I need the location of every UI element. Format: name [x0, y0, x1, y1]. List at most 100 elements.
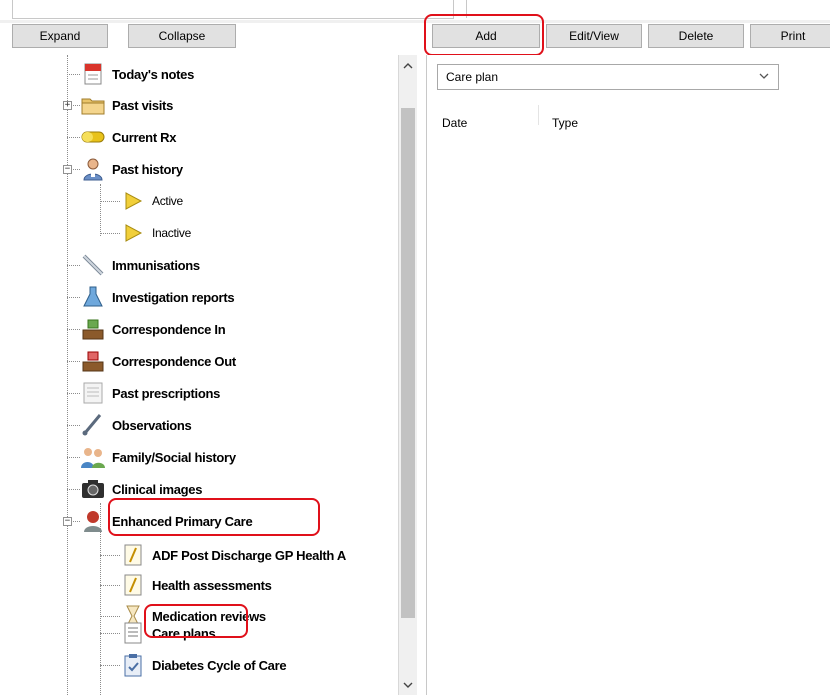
tree-item-health-assessments[interactable]: Health assessments	[120, 572, 272, 598]
add-highlight-annotation	[424, 14, 544, 56]
tree-item-label: Current Rx	[112, 129, 177, 145]
folder-icon	[80, 92, 106, 118]
tree-connector	[100, 201, 120, 202]
tree-item-correspondence-out[interactable]: Correspondence Out	[80, 348, 236, 374]
tree-connector	[100, 665, 120, 666]
delete-button-label: Delete	[678, 29, 714, 43]
tree-connector	[100, 555, 120, 556]
collapse-button-label: Collapse	[158, 29, 206, 43]
print-button[interactable]: Print	[750, 24, 830, 48]
flask-icon	[80, 284, 106, 310]
tree-item-diabetes-cycle-of-care[interactable]: Diabetes Cycle of Care	[120, 652, 287, 678]
tree-item-label: Past prescriptions	[112, 385, 221, 401]
delete-button[interactable]: Delete	[648, 24, 744, 48]
scroll-down-icon[interactable]	[402, 679, 414, 691]
tree-item-label: Inactive	[152, 226, 191, 240]
tree-item-label: Past history	[112, 161, 183, 177]
expand-node-icon[interactable]: +	[63, 101, 72, 110]
column-divider[interactable]	[538, 105, 539, 125]
clipboard-icon	[120, 652, 146, 678]
tree-item-label: Correspondence Out	[112, 353, 236, 369]
records-pane	[426, 55, 830, 695]
collapse-button[interactable]: Collapse	[128, 24, 236, 48]
epc-icon	[80, 508, 106, 534]
tree-item-past-history[interactable]: Past history	[80, 156, 183, 182]
inbox-icon	[80, 316, 106, 342]
tree-item-label: Clinical images	[112, 481, 203, 497]
tree-item-label: Today's notes	[112, 66, 195, 82]
tree-item-label: Diabetes Cycle of Care	[152, 657, 287, 673]
column-header-date[interactable]: Date	[442, 116, 467, 130]
form-icon	[120, 572, 146, 598]
tree-connector	[100, 585, 120, 586]
tree-connector	[67, 297, 80, 298]
tree-item-label: Family/Social history	[112, 449, 236, 465]
notes-icon	[80, 61, 106, 87]
camera-icon	[80, 476, 106, 502]
expand-button[interactable]: Expand	[12, 24, 108, 48]
tree-item-inactive[interactable]: Inactive	[120, 220, 191, 246]
form-icon	[120, 542, 146, 568]
tree-item-active[interactable]: Active	[120, 188, 183, 214]
record-type-select-value: Care plan	[446, 70, 499, 84]
tree-connector	[67, 457, 80, 458]
tree-item-label: Observations	[112, 417, 192, 433]
chevron-down-icon	[758, 70, 770, 82]
tree-connector	[67, 265, 80, 266]
expand-button-label: Expand	[39, 29, 81, 43]
tree-item-label: Active	[152, 194, 183, 208]
family-icon	[80, 444, 106, 470]
tree-connector	[100, 233, 120, 234]
tree-item-past-visits[interactable]: Past visits	[80, 92, 173, 118]
tree-connector	[67, 137, 80, 138]
collapse-node-icon[interactable]: −	[63, 517, 72, 526]
tree-item-family-social-history[interactable]: Family/Social history	[80, 444, 236, 470]
tree-item-adf-post-discharge-gp-health-a[interactable]: ADF Post Discharge GP Health A	[120, 542, 346, 568]
tree-item-correspondence-in[interactable]: Correspondence In	[80, 316, 226, 342]
outbox-icon	[80, 348, 106, 374]
scroll-up-icon[interactable]	[402, 60, 414, 72]
tree-item-immunisations[interactable]: Immunisations	[80, 252, 200, 278]
tree-connector	[67, 55, 68, 695]
pill-icon	[80, 124, 106, 150]
tree-connector	[67, 489, 80, 490]
tree-connector	[67, 393, 80, 394]
clinical-tree[interactable]	[0, 55, 399, 695]
edit-view-button[interactable]: Edit/View	[546, 24, 642, 48]
tree-connector	[67, 329, 80, 330]
tree-item-label: Correspondence In	[112, 321, 226, 337]
tree-item-label: Health assessments	[152, 577, 272, 593]
tree-connector	[67, 425, 80, 426]
collapse-node-icon[interactable]: −	[63, 165, 72, 174]
tree-item-observations[interactable]: Observations	[80, 412, 192, 438]
tree-item-label: Investigation reports	[112, 289, 235, 305]
tree-item-label: Immunisations	[112, 257, 200, 273]
doctor-icon	[80, 156, 106, 182]
care-plans-highlight-annotation	[144, 604, 248, 638]
toolbar-background	[0, 20, 830, 23]
thermometer-icon	[80, 412, 106, 438]
record-type-select[interactable]: Care plan	[437, 64, 779, 90]
tree-item-label: Past visits	[112, 97, 174, 113]
tree-connector	[67, 361, 80, 362]
print-button-label: Print	[780, 29, 806, 43]
tree-scrollbar-thumb[interactable]	[401, 108, 415, 618]
tree-connector	[100, 184, 101, 236]
tree-item-current-rx[interactable]: Current Rx	[80, 124, 176, 150]
column-header-date-label: Date	[442, 116, 468, 130]
tree-item-past-prescriptions[interactable]: Past prescriptions	[80, 380, 220, 406]
triangle-icon	[120, 188, 146, 214]
column-header-type[interactable]: Type	[552, 116, 578, 130]
edit-view-button-label: Edit/View	[569, 29, 619, 43]
triangle-icon	[120, 220, 146, 246]
prescription-icon	[80, 380, 106, 406]
tree-item-today-s-notes[interactable]: Today's notes	[80, 61, 194, 87]
tree-item-investigation-reports[interactable]: Investigation reports	[80, 284, 235, 310]
epc-highlight-annotation	[108, 498, 320, 536]
top-input-field[interactable]	[12, 0, 454, 19]
tree-item-label: ADF Post Discharge GP Health A	[152, 547, 346, 563]
tree-connector	[100, 616, 120, 617]
tree-connector	[100, 633, 120, 634]
tree-connector	[67, 74, 80, 75]
column-header-type-label: Type	[552, 116, 579, 130]
